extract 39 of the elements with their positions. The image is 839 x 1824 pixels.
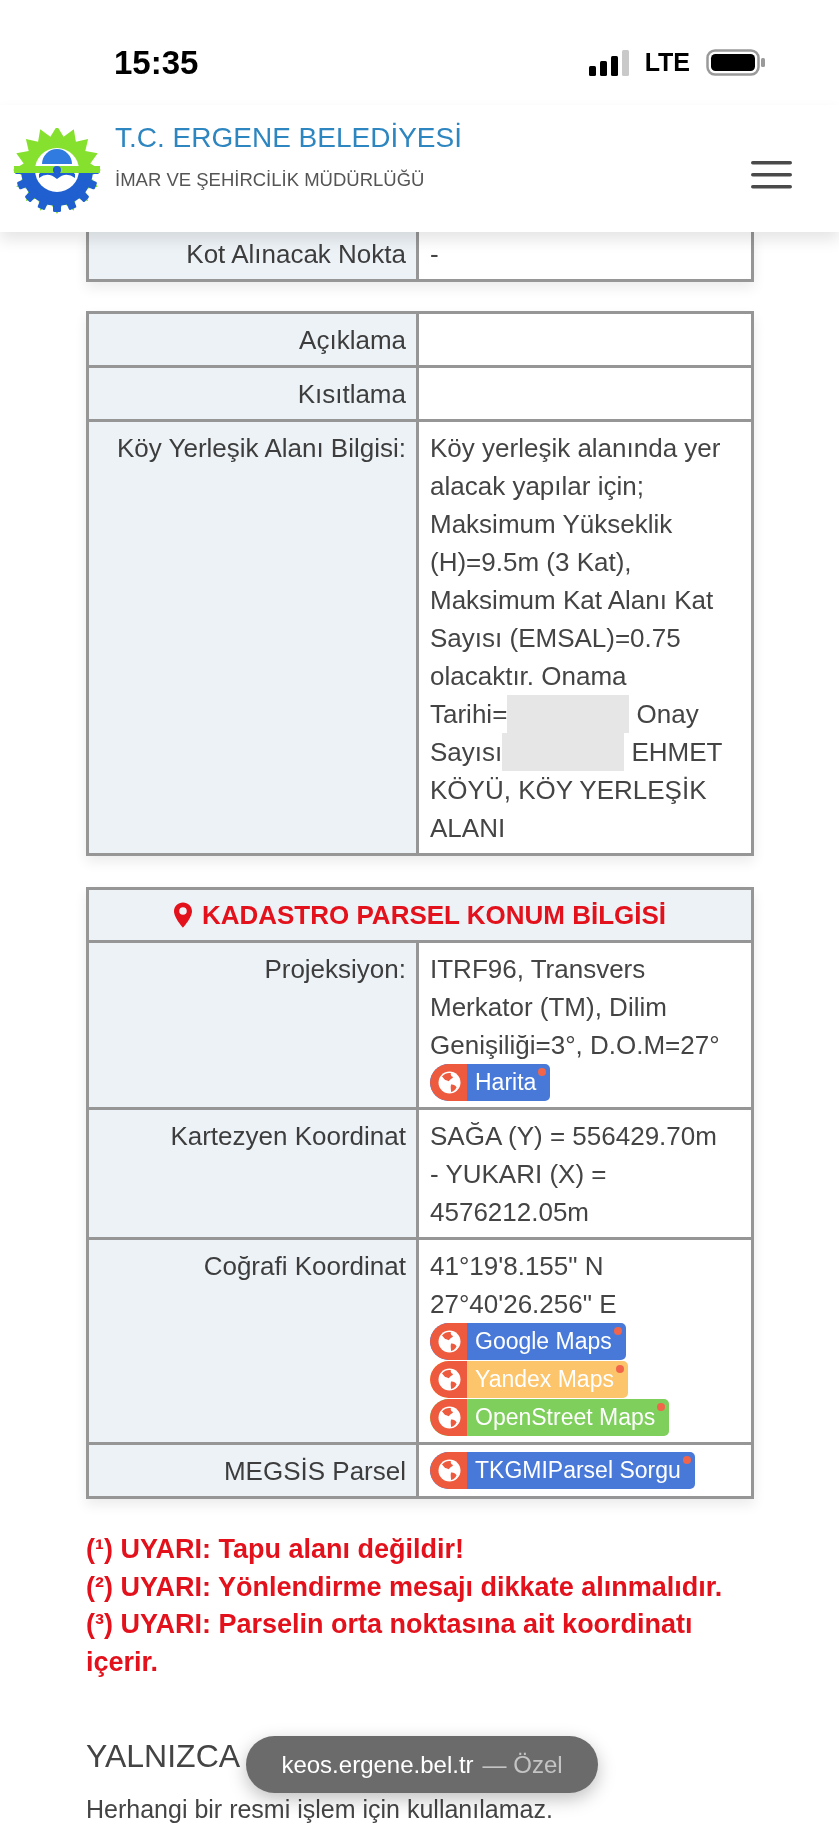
notice-text: Herhangi bir resmi işlem için kullanılamaz. xyxy=(86,1795,553,1823)
site-subtitle: İMAR VE ŞEHİRCİLİK MÜDÜRLÜĞÜ xyxy=(115,169,426,191)
globe-icon xyxy=(430,1399,467,1436)
warning-text: (²) UYARI: Yönlendirme mesajı dikkate alınmalıdır. xyxy=(86,1570,724,1604)
link-button[interactable]: Google Maps xyxy=(430,1323,626,1360)
globe-icon xyxy=(430,1361,467,1398)
site-title: T.C. ERGENE BELEDİYESİ xyxy=(115,121,462,155)
label-cell: MEGSİS Parsel xyxy=(89,1445,419,1496)
url-pill[interactable]: keos.ergene.bel.tr — Özel xyxy=(246,1736,598,1793)
warning-text: (³) UYARI: Parselin orta noktasına ait koordinatı içerir. xyxy=(86,1608,694,1679)
label-cell: Coğrafi Koordinat xyxy=(89,1240,419,1442)
label-cell: Kısıtlama xyxy=(89,368,419,419)
label-cell: Projeksiyon: xyxy=(89,943,419,1107)
network-type: LTE xyxy=(644,50,690,75)
menu-icon[interactable] xyxy=(751,161,792,189)
logo-icon xyxy=(12,128,102,214)
link-button[interactable]: Harita xyxy=(430,1064,551,1101)
section-title: KADASTRO PARSEL KONUM BİLGİSİ xyxy=(201,899,667,932)
label-cell: Açıklama xyxy=(89,314,419,365)
map-pin-icon xyxy=(173,902,192,928)
browsing-mode-label: — Özel xyxy=(482,1752,563,1777)
label-cell: Kot Alınacak Nokta xyxy=(89,232,419,279)
status-time: 15:35 xyxy=(114,46,199,79)
battery-icon xyxy=(706,49,765,76)
value-text: - xyxy=(430,238,439,271)
warning-text: (¹) UYARI: Tapu alanı değildir! xyxy=(86,1533,465,1566)
value-text: 41°19'8.155" N 27°40'26.256" E xyxy=(430,1250,618,1321)
value-text: ITRF96, Transvers Merkator (TM), Dilim Genişiliği=3°, D.O.M=27° xyxy=(430,953,721,1062)
value-text: SAĞA (Y) = 556429.70m - YUKARI (X) = 4576212.05m xyxy=(430,1120,718,1229)
globe-icon xyxy=(430,1064,467,1101)
url-domain: keos.ergene.bel.tr xyxy=(281,1752,474,1777)
globe-icon xyxy=(430,1452,467,1489)
link-button[interactable]: TKGMIParsel Sorgu xyxy=(430,1452,695,1489)
label-cell: Kartezyen Koordinat xyxy=(89,1110,419,1237)
signal-icon xyxy=(588,49,629,76)
value-text: Köy yerleşik alanında yer alacak yapılar için; Maksimum Yükseklik (H)=9.5m (3 Kat), Maksimum Kat Alanı Kat Sayısı (EMSAL)=0.75 olacaktır. Onama Tarihi= Onay Sayısı EHMET KÖYÜ, KÖY YERLEŞİK ALANI xyxy=(430,432,723,845)
label-cell: Köy Yerleşik Alanı Bilgisi: xyxy=(89,422,419,853)
globe-icon xyxy=(430,1323,467,1360)
section-heading: YALNIZCA xyxy=(86,1737,241,1776)
